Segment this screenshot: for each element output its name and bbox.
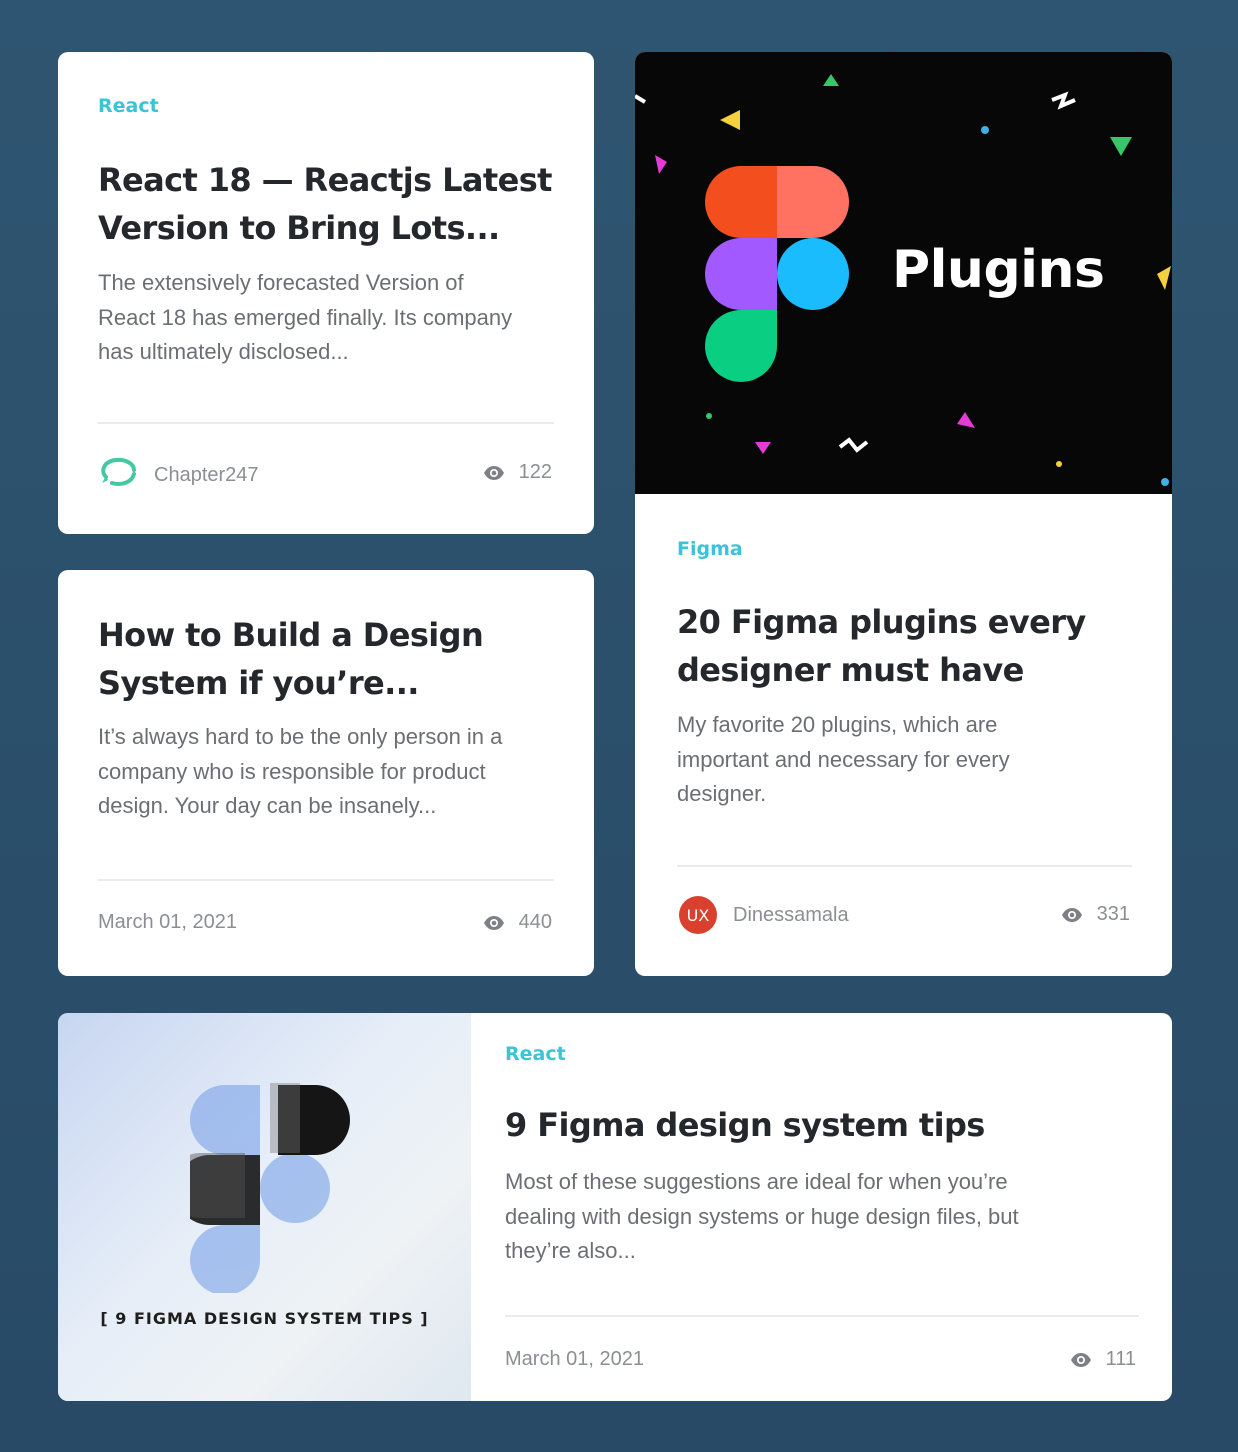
article-excerpt: My favorite 20 plugins, which are import… — [677, 708, 1010, 812]
eye-icon — [483, 465, 505, 481]
card-divider — [677, 865, 1132, 867]
article-title-line: designer must have — [677, 651, 1024, 689]
view-count-value: 440 — [518, 911, 552, 933]
author-name: Chapter247 — [154, 463, 259, 486]
card-divider — [505, 1315, 1139, 1317]
view-count: 122 — [483, 461, 552, 484]
author[interactable]: Chapter247 — [98, 455, 259, 495]
author-avatar: UX — [679, 896, 717, 934]
article-title-line: System if you’re... — [98, 664, 419, 702]
article-title[interactable]: React 18 — Reactjs Latest Version to Bri… — [98, 156, 552, 252]
publish-date: March 01, 2021 — [98, 911, 237, 933]
excerpt-line: React 18 has emerged finally. Its compan… — [98, 304, 513, 330]
view-count: 331 — [1061, 903, 1130, 926]
article-card-figma-tips[interactable]: [ 9 FIGMA DESIGN SYSTEM TIPS ] React 9 F… — [58, 1013, 1172, 1401]
category-tag[interactable]: React — [98, 95, 159, 117]
excerpt-line: design. Your day can be insanely... — [98, 793, 437, 818]
article-title[interactable]: 20 Figma plugins every designer must hav… — [677, 598, 1086, 694]
article-card-react-18[interactable]: React React 18 — Reactjs Latest Version … — [58, 52, 594, 534]
cover-image-caption: [ 9 FIGMA DESIGN SYSTEM TIPS ] — [100, 1309, 429, 1328]
excerpt-line: company who is responsible for product — [98, 758, 486, 784]
article-title-line: How to Build a Design — [98, 616, 484, 654]
excerpt-line: important and necessary for every — [677, 746, 1010, 772]
eye-icon — [1061, 907, 1083, 923]
excerpt-line: they’re also... — [505, 1238, 636, 1263]
figma-plugins-cover-image[interactable]: Plugins — [635, 52, 1172, 494]
publish-date: March 01, 2021 — [505, 1348, 644, 1370]
excerpt-line: has ultimately disclosed... — [98, 339, 349, 364]
view-count-value: 122 — [518, 461, 552, 483]
view-count: 111 — [1070, 1348, 1136, 1371]
article-title[interactable]: 9 Figma design system tips — [505, 1101, 985, 1149]
figma-logo-icon — [190, 1083, 350, 1293]
excerpt-line: It’s always hard to be the only person i… — [98, 724, 503, 749]
figma-tips-cover-image[interactable]: [ 9 FIGMA DESIGN SYSTEM TIPS ] — [58, 1013, 471, 1401]
excerpt-line: The extensively forecasted Version of — [98, 270, 464, 295]
article-excerpt: Most of these suggestions are ideal for … — [505, 1165, 1019, 1269]
eye-icon — [1070, 1352, 1092, 1368]
figma-logo-icon — [705, 166, 849, 382]
author-name: Dinessamala — [733, 903, 849, 926]
excerpt-line: dealing with design systems or huge desi… — [505, 1203, 1019, 1229]
article-title-line: 20 Figma plugins every — [677, 603, 1086, 641]
article-card-design-system[interactable]: How to Build a Design System if you’re..… — [58, 570, 594, 976]
article-card-figma-plugins[interactable]: Plugins Figma 20 Figma plugins every des… — [635, 52, 1172, 976]
excerpt-line: Most of these suggestions are ideal for … — [505, 1169, 1008, 1194]
author[interactable]: UX Dinessamala — [679, 896, 849, 934]
card-divider — [98, 422, 554, 424]
article-title[interactable]: How to Build a Design System if you’re..… — [98, 611, 484, 707]
excerpt-line: designer. — [677, 781, 767, 806]
article-excerpt: It’s always hard to be the only person i… — [98, 720, 502, 824]
chapter247-logo-icon — [98, 455, 138, 495]
view-count-value: 111 — [1105, 1348, 1136, 1370]
article-title-line: Version to Bring Lots... — [98, 209, 500, 247]
view-count: 440 — [483, 911, 552, 934]
article-title-line: React 18 — Reactjs Latest — [98, 161, 552, 199]
category-tag[interactable]: Figma — [677, 538, 743, 560]
excerpt-line: My favorite 20 plugins, which are — [677, 712, 998, 737]
article-excerpt: The extensively forecasted Version of Re… — [98, 266, 512, 370]
category-tag[interactable]: React — [505, 1043, 566, 1065]
view-count-value: 331 — [1096, 903, 1130, 925]
cover-image-title: Plugins — [892, 240, 1105, 300]
eye-icon — [483, 915, 505, 931]
card-divider — [98, 879, 554, 881]
